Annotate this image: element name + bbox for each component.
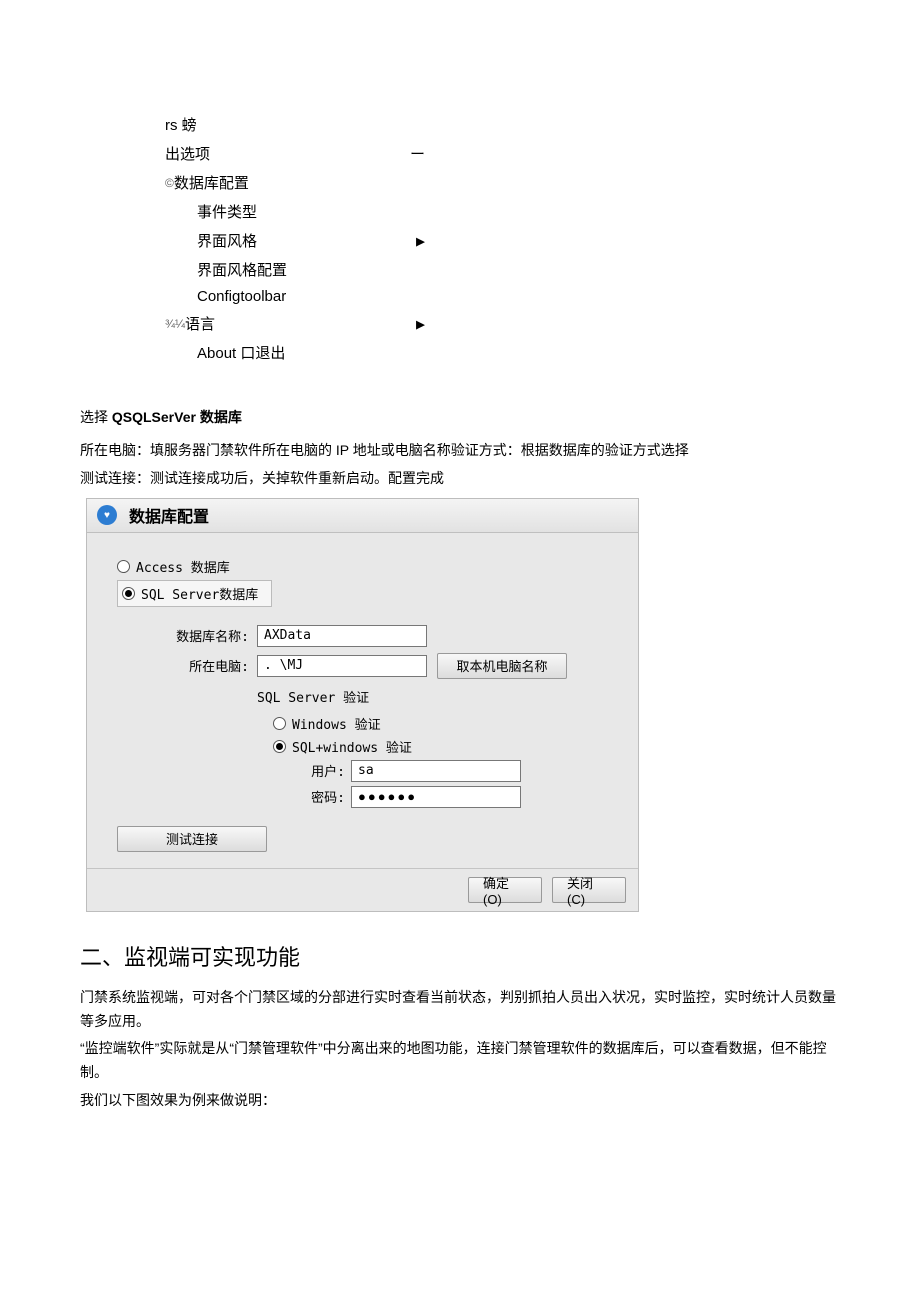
menu-item-theme-config[interactable]: 界面风格配置 [165,259,287,280]
db-name-input[interactable]: AXData [257,625,427,647]
user-input[interactable]: sa [351,760,521,782]
menu-item-configtoolbar[interactable]: Configtoolbar [165,288,286,305]
radio-sqlserver-db[interactable]: SQL Server数据库 [117,580,272,607]
host-label: 所在电脑: [127,656,257,675]
app-icon: ♥ [97,505,117,525]
host-input[interactable]: . \MJ [257,655,427,677]
intro-line-1: 所在电脑：填服务器门禁软件所在电脑的 IP 地址或电脑名称验证方式：根据数据库的… [80,439,840,461]
menu-dash-icon: ー [410,143,425,164]
menu-item-db-config[interactable]: ©数据库配置 [165,172,249,193]
intro-line-2: 测试连接：测试连接成功后，关掉软件重新启动。配置完成 [80,467,840,489]
menu-item-language[interactable]: ¾¼语言 [165,313,215,334]
db-config-dialog: ♥ 数据库配置 Access 数据库 SQL Server数据库 数据库名称: … [86,498,639,912]
menu-fragment: rs 螃 出选项 ー ©数据库配置 事件类型 界面风格 ▶ 界面风格配置 Con… [165,110,425,367]
get-hostname-button[interactable]: 取本机电脑名称 [437,653,567,679]
password-input[interactable]: ●●●●●● [351,786,521,808]
db-name-label: 数据库名称: [127,626,257,645]
dialog-title: 数据库配置 [129,503,209,527]
menu-item-options[interactable]: 出选项 [165,143,210,164]
ok-button[interactable]: 确定(O) [468,877,542,903]
section-2-p2: “监控端软件”实际就是从“门禁管理软件”中分离出来的地图功能，连接门禁管理软件的… [80,1037,840,1085]
radio-icon [122,587,135,600]
section-2-p1: 门禁系统监视端，可对各个门禁区域的分部进行实时查看当前状态，判别抓拍人员出入状况… [80,986,840,1034]
password-label: 密码: [305,787,351,806]
auth-heading: SQL Server 验证 [257,687,626,706]
radio-sql-windows-auth[interactable]: SQL+windows 验证 [273,737,626,756]
radio-icon [273,740,286,753]
menu-item-theme[interactable]: 界面风格 [165,230,257,251]
section-2-heading: 二、监视端可实现功能 [80,940,840,972]
submenu-arrow-icon: ▶ [416,315,425,333]
submenu-arrow-icon: ▶ [416,232,425,250]
radio-icon [273,717,286,730]
radio-access-db[interactable]: Access 数据库 [117,557,626,576]
dialog-titlebar: ♥ 数据库配置 [87,499,638,533]
menu-item-event-type[interactable]: 事件类型 [165,201,257,222]
select-db-sentence: 选择 QSQLSerVer 数据库 [80,407,840,427]
close-button[interactable]: 关闭(C) [552,877,626,903]
section-2-p3: 我们以下图效果为例来做说明： [80,1089,840,1113]
user-label: 用户: [305,761,351,780]
test-connection-button[interactable]: 测试连接 [117,826,267,852]
radio-windows-auth[interactable]: Windows 验证 [273,714,626,733]
radio-icon [117,560,130,573]
menu-item-about-exit[interactable]: About 口退出 [165,342,285,363]
menu-item-rs: rs 螃 [165,114,197,135]
